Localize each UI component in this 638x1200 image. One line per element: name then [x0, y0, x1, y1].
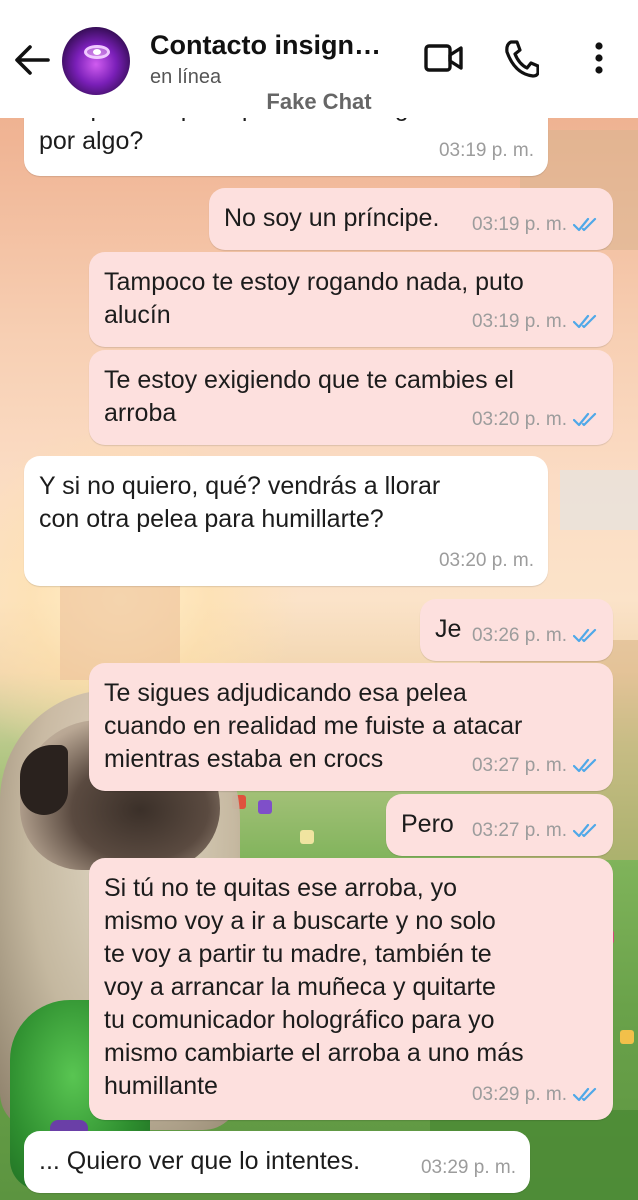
- message-time: 03:27 p. m.: [471, 755, 567, 776]
- double-check-icon: [573, 412, 597, 426]
- message-meta: 03:26 p. m.: [472, 619, 599, 652]
- more-options-button[interactable]: [592, 38, 606, 78]
- message-meta: 03:20 p. m.: [439, 544, 534, 577]
- message-outgoing[interactable]: Te estoy exigiendo que te cambies el arr…: [89, 350, 613, 445]
- contact-name[interactable]: Contacto insign…: [150, 30, 400, 61]
- back-button[interactable]: [12, 42, 52, 78]
- message-outgoing[interactable]: No soy un príncipe. 03:19 p. m.: [209, 188, 613, 250]
- message-time: 03:29 p. m.: [471, 1084, 567, 1105]
- message-meta: 03:27 p. m.: [472, 749, 599, 782]
- message-text: Así que... El príncipe me está rogando p…: [39, 118, 464, 155]
- app-watermark: Fake Chat: [266, 89, 372, 114]
- phone-icon: [505, 40, 540, 78]
- message-time: 03:29 p. m.: [420, 1157, 516, 1178]
- message-meta: 03:27 p. m.: [472, 814, 599, 847]
- message-text: Y si no quiero, qué? vendrás a llorar co…: [39, 472, 441, 533]
- message-meta: 03:19 p. m.: [439, 134, 534, 167]
- message-outgoing[interactable]: Je 03:26 p. m.: [420, 599, 613, 661]
- message-time: 03:26 p. m.: [471, 625, 567, 646]
- avatar-eye-dot: [93, 49, 101, 55]
- message-meta: 03:19 p. m.: [472, 208, 599, 241]
- chat-header: Contacto insign… en línea Fake Chat: [0, 0, 638, 118]
- message-text: Si tú no te quitas ese arroba, yo mismo …: [104, 874, 524, 1100]
- double-check-icon: [573, 628, 597, 642]
- message-incoming[interactable]: Así que... El príncipe me está rogando p…: [24, 118, 548, 176]
- message-meta: 03:19 p. m.: [472, 305, 599, 338]
- contact-avatar[interactable]: [62, 27, 130, 95]
- message-outgoing[interactable]: Si tú no te quitas ese arroba, yo mismo …: [89, 858, 613, 1120]
- message-text: ... Quiero ver que lo intentes.: [39, 1147, 361, 1175]
- message-text: Je: [435, 615, 462, 643]
- message-time: 03:19 p. m.: [471, 311, 567, 332]
- message-outgoing[interactable]: Tampoco te estoy rogando nada, puto aluc…: [89, 252, 613, 347]
- double-check-icon: [573, 1087, 597, 1101]
- message-incoming[interactable]: Y si no quiero, qué? vendrás a llorar co…: [24, 456, 548, 586]
- message-time: 03:20 p. m.: [471, 409, 567, 430]
- arrow-left-icon: [15, 45, 50, 75]
- video-call-button[interactable]: [424, 38, 464, 78]
- message-text: Tampoco te estoy rogando nada, puto aluc…: [104, 268, 524, 329]
- message-meta: 03:20 p. m.: [472, 403, 599, 436]
- more-vertical-icon: [595, 42, 603, 74]
- message-meta: 03:29 p. m.: [421, 1151, 516, 1184]
- message-time: 03:19 p. m.: [471, 214, 567, 235]
- message-outgoing[interactable]: Te sigues adjudicando esa pelea cuando e…: [89, 663, 613, 791]
- double-check-icon: [573, 217, 597, 231]
- message-text: No soy un príncipe.: [224, 204, 440, 232]
- message-outgoing[interactable]: Pero 03:27 p. m.: [386, 794, 613, 856]
- message-meta: 03:29 p. m.: [472, 1078, 599, 1111]
- message-text: Te estoy exigiendo que te cambies el arr…: [104, 366, 514, 427]
- double-check-icon: [573, 758, 597, 772]
- message-incoming[interactable]: ... Quiero ver que lo intentes. 03:29 p.…: [24, 1131, 530, 1193]
- double-check-icon: [573, 823, 597, 837]
- voice-call-button[interactable]: [503, 38, 540, 78]
- message-text: Te sigues adjudicando esa pelea cuando e…: [104, 679, 523, 773]
- video-camera-icon: [424, 44, 463, 72]
- message-time: 03:20 p. m.: [438, 550, 534, 571]
- contact-status: en línea: [150, 66, 222, 88]
- double-check-icon: [573, 314, 597, 328]
- message-time: 03:27 p. m.: [471, 820, 567, 841]
- message-time: 03:19 p. m.: [438, 140, 534, 161]
- message-list[interactable]: Así que... El príncipe me está rogando p…: [0, 118, 638, 1200]
- message-text: Pero: [401, 810, 454, 838]
